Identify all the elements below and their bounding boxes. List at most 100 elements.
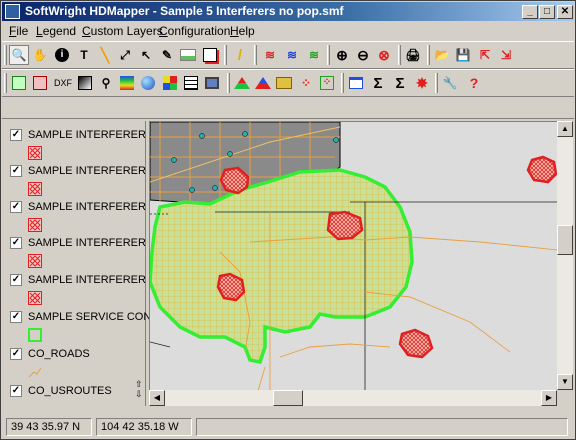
menu-configuration[interactable]: Configuration <box>159 24 230 38</box>
toolbar-separator <box>254 45 257 65</box>
scatter-red-icon: ⁘ <box>300 76 312 90</box>
pin-icon: ⚲ <box>101 76 111 90</box>
interferer-hatch-icon <box>28 291 42 305</box>
legend-item-label: SAMPLE INTERFERER 1 <box>28 201 156 213</box>
coverage-blue-button[interactable] <box>253 73 273 93</box>
scroll-right-button[interactable]: ▶ <box>541 390 557 406</box>
scatter-green-button[interactable]: ⁘ <box>317 73 337 93</box>
dialog-button[interactable] <box>346 73 366 93</box>
text-tool-button[interactable]: T <box>74 45 94 65</box>
maximize-button[interactable]: □ <box>539 5 555 19</box>
menu-custom-layers[interactable]: Custom Layers <box>82 24 163 38</box>
scroll-down-button[interactable]: ▼ <box>557 374 573 390</box>
pin-button[interactable]: ⚲ <box>96 73 116 93</box>
layers-multi-button[interactable]: ≋ <box>304 45 324 65</box>
toolbar-separator <box>327 45 330 65</box>
map-vertical-scrollbar[interactable]: ▲ ▼ <box>557 121 573 390</box>
toolbar-dock <box>2 97 574 119</box>
legend-scroll-arrows[interactable]: ⇧ ⇩ <box>135 379 143 399</box>
edit-check-button[interactable] <box>9 73 29 93</box>
info-icon: i <box>55 48 69 62</box>
save-icon: 💾 <box>455 48 471 62</box>
menu-file[interactable]: File <box>9 24 28 38</box>
layer-checkbox[interactable]: ✓ <box>10 201 22 213</box>
draw-line-button[interactable]: ╲ <box>95 45 115 65</box>
save-button[interactable]: 💾 <box>453 45 473 65</box>
wrench-icon: 🔧 <box>442 76 458 90</box>
road-line-icon <box>28 367 42 378</box>
minimize-button[interactable]: _ <box>522 5 538 19</box>
terrain-button[interactable] <box>117 73 137 93</box>
node-edit-button[interactable]: ✎ <box>157 45 177 65</box>
print-button[interactable]: 🖨 <box>403 45 423 65</box>
layer-checkbox[interactable]: ✓ <box>10 348 22 360</box>
legend-item-label: SAMPLE INTERFERER 2 <box>28 274 156 286</box>
globe-button[interactable] <box>138 73 158 93</box>
sum-button[interactable]: Σ <box>368 73 388 93</box>
dxf-icon: DXF <box>54 78 72 88</box>
sum-dialog-button[interactable]: Σ <box>390 73 410 93</box>
burst-icon: ✸ <box>416 74 428 91</box>
resize-tool-button[interactable]: ⤢ <box>115 45 135 65</box>
map-canvas[interactable] <box>150 122 557 390</box>
map-view[interactable] <box>149 121 557 390</box>
table-button[interactable] <box>181 73 201 93</box>
tools-button[interactable]: 🔧 <box>440 73 460 93</box>
close-button[interactable]: ✕ <box>557 5 573 19</box>
layer-checkbox[interactable]: ✓ <box>10 129 22 141</box>
layers-blue-button[interactable]: ≋ <box>282 45 302 65</box>
toolbar-grip[interactable] <box>4 45 7 65</box>
layer-checkbox[interactable]: ✓ <box>10 165 22 177</box>
profile-button[interactable] <box>178 45 198 65</box>
grid-colors-button[interactable] <box>160 73 180 93</box>
info-tool-button[interactable]: i <box>52 45 72 65</box>
pan-tool-button[interactable]: ✋ <box>30 45 50 65</box>
export-a-button[interactable]: ⇱ <box>475 45 495 65</box>
menu-help[interactable]: Help <box>230 24 255 38</box>
printer-icon: 🖨 <box>405 48 421 62</box>
scroll-up-button[interactable]: ▲ <box>557 121 573 137</box>
layers-red-icon: ≋ <box>264 48 276 62</box>
hand-icon: ✋ <box>32 48 48 62</box>
coverage-folder-button[interactable] <box>274 73 294 93</box>
zoom-cancel-button[interactable]: ⊗ <box>374 45 394 65</box>
interferer-5-area <box>526 155 557 184</box>
sigma-dialog-icon: Σ <box>395 74 405 92</box>
monitor-button[interactable] <box>202 73 222 93</box>
copy-map-button[interactable] <box>200 45 220 65</box>
zoom-out-button[interactable]: ⊖ <box>353 45 373 65</box>
help-button[interactable]: ? <box>464 73 484 93</box>
menu-bar: File Legend Custom Layers Configuration … <box>2 22 574 40</box>
gradient-button[interactable] <box>75 73 95 93</box>
toolbar-grip[interactable] <box>4 73 7 93</box>
pointer-tool-button[interactable]: ↖ <box>136 45 156 65</box>
layer-checkbox[interactable]: ✓ <box>10 385 22 397</box>
pencil-button[interactable]: / <box>230 45 250 65</box>
export-b-button[interactable]: ⇲ <box>496 45 516 65</box>
delete-layer-button[interactable] <box>30 73 50 93</box>
monitor-icon <box>205 77 219 89</box>
burst-button[interactable]: ✸ <box>412 73 432 93</box>
layers-red-button[interactable]: ≋ <box>260 45 280 65</box>
layer-checkbox[interactable]: ✓ <box>10 311 22 323</box>
interferer-2-area <box>216 272 246 302</box>
coverage-red-button[interactable] <box>232 73 252 93</box>
open-button[interactable]: 📂 <box>432 45 452 65</box>
scroll-thumb[interactable] <box>273 390 303 406</box>
toolbar-secondary: DXF ⚲ ⁘ ⁘ Σ Σ ✸ 🔧 ? <box>2 69 574 97</box>
resize-icon: ⤢ <box>120 47 130 62</box>
dxf-button[interactable]: DXF <box>52 73 74 93</box>
scroll-thumb[interactable] <box>557 225 573 255</box>
layer-checkbox[interactable]: ✓ <box>10 274 22 286</box>
scatter-red-button[interactable]: ⁘ <box>296 73 316 93</box>
toolbar-separator <box>224 45 227 65</box>
zoom-tool-button[interactable]: 🔍 <box>9 45 29 65</box>
menu-legend[interactable]: Legend <box>36 24 76 38</box>
layer-checkbox[interactable]: ✓ <box>10 237 22 249</box>
line-icon: ╲ <box>100 46 110 63</box>
coverage-red-icon <box>234 77 250 89</box>
scroll-left-button[interactable]: ◀ <box>149 390 165 406</box>
legend-panel: ✓ SAMPLE INTERFERER 5 ✓ SAMPLE INTERFERE… <box>4 121 158 406</box>
map-horizontal-scrollbar[interactable]: ◀ ▶ <box>149 390 557 406</box>
zoom-in-button[interactable]: ⊕ <box>332 45 352 65</box>
